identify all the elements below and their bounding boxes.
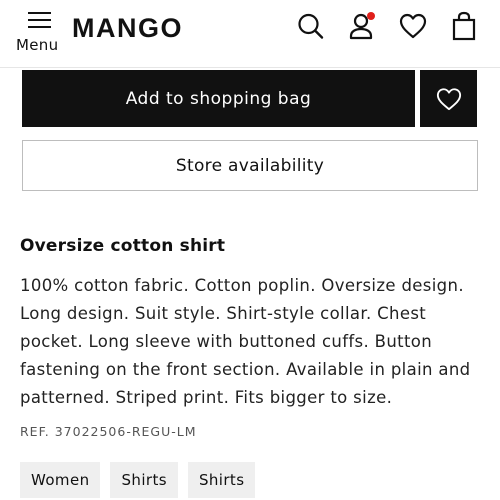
notification-dot	[367, 12, 375, 20]
user-icon[interactable]	[347, 10, 377, 42]
bag-icon[interactable]	[449, 10, 479, 42]
mango-logo[interactable]: MANGO	[72, 13, 183, 44]
top-header: Menu MANGO	[0, 0, 500, 68]
search-icon[interactable]	[296, 10, 326, 42]
menu-button[interactable]: Menu	[16, 8, 62, 56]
menu-label: Menu	[16, 36, 59, 54]
product-reference: REF. 37022506-REGU-LM	[20, 424, 197, 439]
menu-icon	[28, 12, 51, 28]
product-title: Oversize cotton shirt	[20, 236, 226, 256]
tag-shirts[interactable]: Shirts	[187, 462, 256, 498]
tag-women[interactable]: Women	[20, 462, 101, 498]
category-tags: Women Shirts Shirts	[20, 462, 256, 498]
heart-icon[interactable]	[398, 10, 428, 42]
tag-shirts[interactable]: Shirts	[110, 462, 178, 498]
store-availability-button[interactable]: Store availability	[22, 140, 478, 191]
wishlist-button[interactable]	[420, 70, 477, 127]
add-to-bag-button[interactable]: Add to shopping bag	[22, 70, 415, 127]
product-description: 100% cotton fabric. Cotton poplin. Overs…	[20, 276, 471, 407]
heart-icon	[436, 87, 461, 110]
